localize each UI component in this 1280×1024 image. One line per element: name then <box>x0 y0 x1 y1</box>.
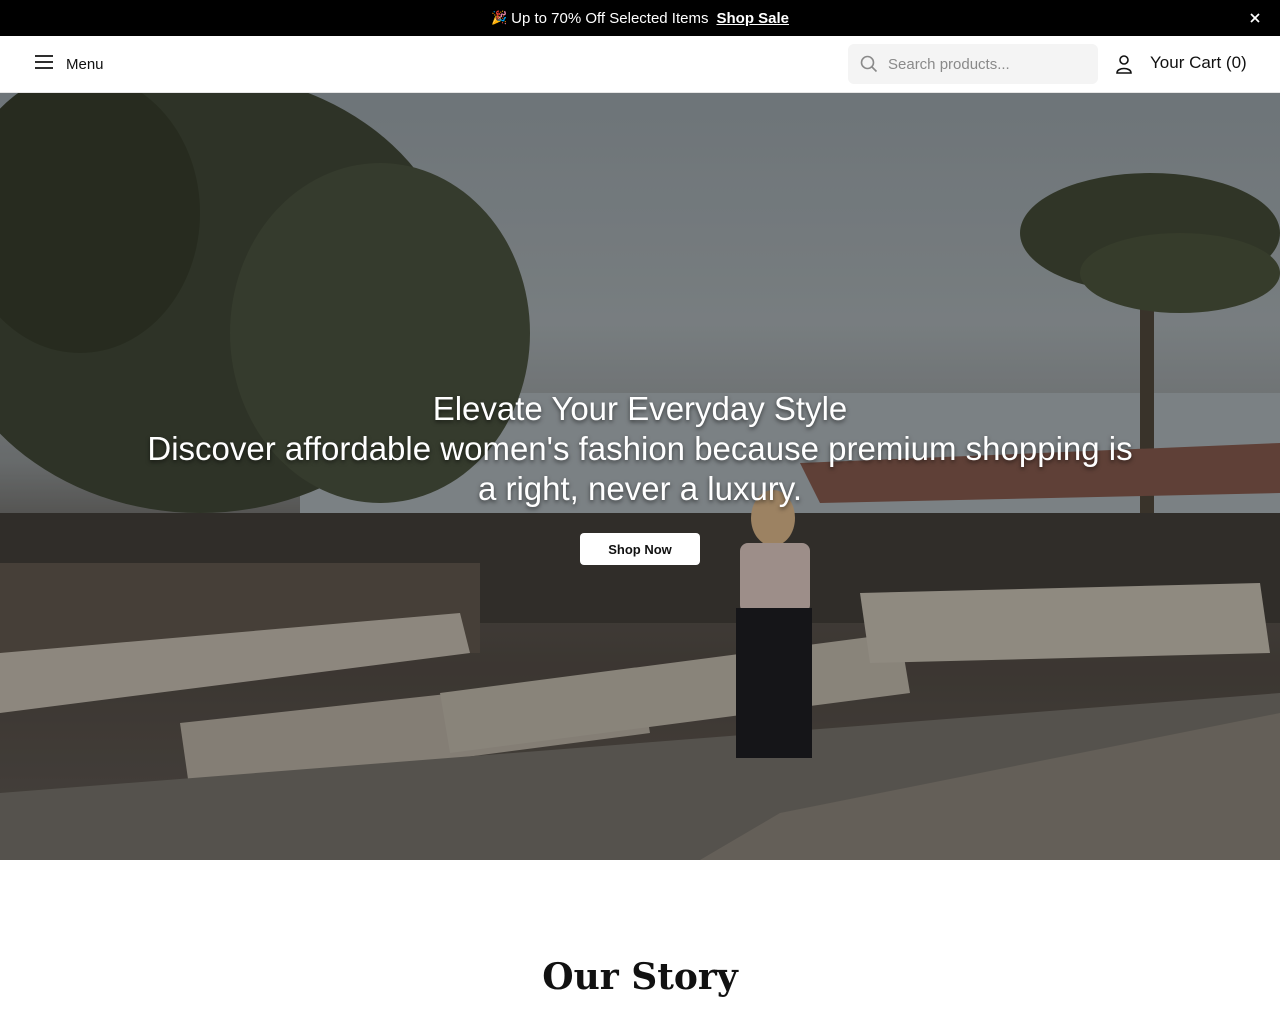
menu-label: Menu <box>66 55 104 73</box>
search-input[interactable] <box>888 44 1088 84</box>
user-icon[interactable] <box>1114 54 1134 74</box>
party-popper-icon: 🎉 <box>490 10 508 26</box>
close-icon[interactable] <box>1246 9 1264 27</box>
site-header: Menu Your Cart (0) <box>0 36 1280 93</box>
hamburger-icon <box>34 54 54 75</box>
our-story-heading: Our Story <box>542 956 738 998</box>
shop-sale-link[interactable]: Shop Sale <box>716 10 789 27</box>
hero-title: Elevate Your Everyday Style <box>432 390 848 427</box>
hero-subtitle: Discover affordable women's fashion beca… <box>147 430 1133 507</box>
announcement-text: Up to 70% Off Selected Items <box>511 9 709 27</box>
search-box <box>848 44 1098 84</box>
menu-button[interactable]: Menu <box>34 52 104 76</box>
cart-link[interactable]: Your Cart (0) <box>1150 53 1247 73</box>
announcement-bar: 🎉 Up to 70% Off Selected Items Shop Sale <box>0 0 1280 36</box>
search-icon <box>860 55 878 73</box>
shop-now-button[interactable]: Shop Now <box>580 533 700 565</box>
hero-banner: Elevate Your Everyday Style Discover aff… <box>0 93 1280 860</box>
